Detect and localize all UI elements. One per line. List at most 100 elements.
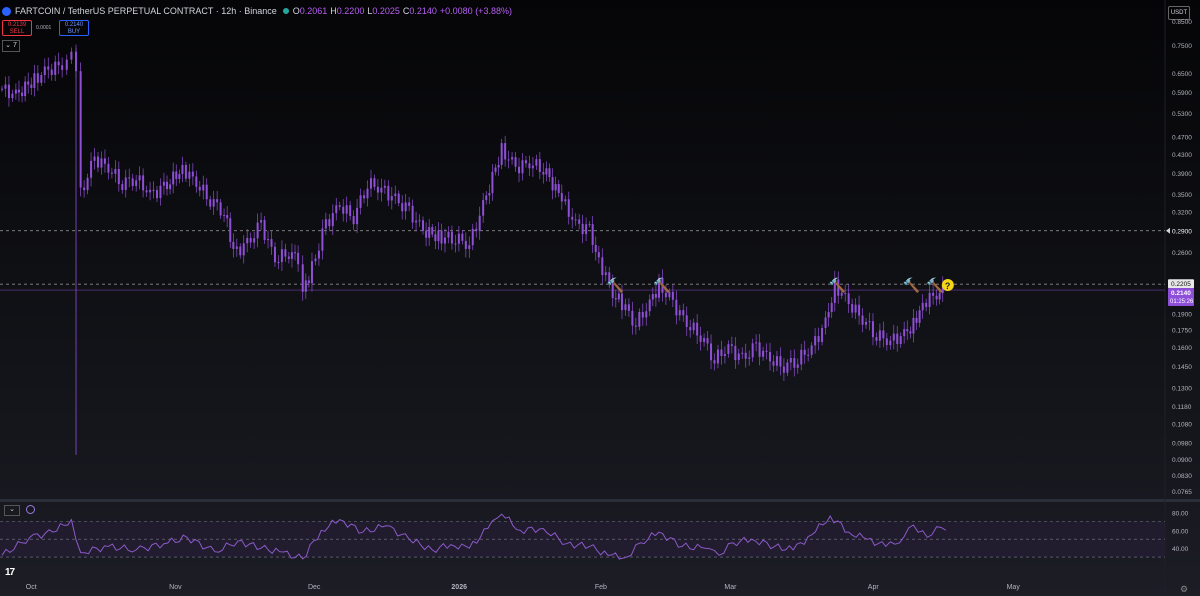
rsi-y-tick-label: 40.00 <box>1172 546 1189 553</box>
candle-body <box>854 304 857 313</box>
candle-body <box>488 193 491 196</box>
candle-body <box>737 353 740 361</box>
candle-body <box>229 218 232 242</box>
candle-body <box>638 311 641 327</box>
candle-body <box>772 361 775 366</box>
candle-body <box>762 350 765 357</box>
candle-body <box>434 234 437 242</box>
price-chart[interactable]: 0.8500 0.7500 0.6500 0.5900 0.5300 0.4700 0.43… <box>0 0 1200 596</box>
candle-body <box>195 176 198 187</box>
pane-separator[interactable] <box>0 499 1200 502</box>
candle-body <box>807 354 810 356</box>
tradingview-logo-icon[interactable]: 17 <box>5 567 15 578</box>
candle-body <box>689 327 692 331</box>
candle-body <box>748 357 751 359</box>
candle-body <box>226 215 229 219</box>
candle-body <box>40 75 43 83</box>
candle-body <box>921 302 924 311</box>
candle-body <box>235 246 238 249</box>
candle-body <box>620 293 623 311</box>
candle-body <box>885 338 888 346</box>
candle-body <box>205 184 208 200</box>
candle-body <box>397 193 400 204</box>
hammer-emoji-icon: 🔨 <box>926 277 943 294</box>
candle-body <box>166 181 169 190</box>
candle-body <box>518 166 521 174</box>
candle-body <box>597 252 600 258</box>
candle-body <box>363 195 366 199</box>
candle-body <box>932 292 935 296</box>
candle-body <box>514 157 517 167</box>
candle-body <box>369 178 372 189</box>
candle-body <box>267 239 270 241</box>
candle-body <box>531 165 534 169</box>
candle-body <box>415 220 418 223</box>
rsi-settings-icon[interactable] <box>26 505 35 514</box>
candle-body <box>142 175 145 191</box>
candle-body <box>345 205 348 214</box>
candle-body <box>871 321 874 338</box>
candle-body <box>297 252 300 265</box>
candle-body <box>548 168 551 178</box>
candle-body <box>824 317 827 329</box>
candle-body <box>861 315 864 325</box>
candle-body <box>124 177 127 190</box>
candle-body <box>578 219 581 224</box>
candle-body <box>601 257 604 276</box>
candle-body <box>47 66 50 70</box>
candle-body <box>335 205 338 214</box>
candle-body <box>162 181 165 186</box>
candle-body <box>422 220 425 231</box>
candle-body <box>664 292 667 298</box>
candle-body <box>242 243 245 256</box>
candle-body <box>617 293 620 300</box>
collapse-chevron-icon[interactable]: ⌄ <box>4 505 20 516</box>
y-tick-label: 0.3900 <box>1172 171 1192 178</box>
candle-body <box>779 356 782 367</box>
candle-body <box>83 187 86 191</box>
candle-body <box>574 219 577 221</box>
candle-body <box>614 297 617 300</box>
candle-body <box>24 81 27 97</box>
candle-body <box>131 178 134 187</box>
candle-body <box>376 186 379 193</box>
candle-body <box>284 249 287 257</box>
candle-body <box>696 322 699 336</box>
y-tick-label: 0.5300 <box>1172 111 1192 118</box>
candle-body <box>641 311 644 318</box>
candle-body <box>149 189 152 193</box>
candle-body <box>356 207 359 225</box>
settings-gear-icon[interactable]: ⚙ <box>1180 584 1188 595</box>
resistance-label: 0.2900 <box>1172 229 1192 236</box>
candle-body <box>181 164 184 175</box>
candle-body <box>699 335 702 342</box>
candle-body <box>121 184 124 190</box>
candle-body <box>554 184 557 191</box>
candle-body <box>909 331 912 334</box>
candle-body <box>128 177 131 179</box>
candle-body <box>454 243 457 245</box>
candle-body <box>294 252 297 254</box>
x-tick-label: Nov <box>169 584 182 591</box>
hammer-emoji-icon: 🔨 <box>607 277 624 294</box>
y-tick-label: 0.3200 <box>1172 209 1192 216</box>
candle-body <box>858 304 861 316</box>
candle-body <box>521 160 524 174</box>
candle-body <box>878 330 881 341</box>
candle-body <box>270 239 273 247</box>
candle-body <box>906 329 909 332</box>
candle-body <box>912 317 915 334</box>
candle-body <box>394 193 397 197</box>
candle-body <box>497 164 500 168</box>
candle-body <box>450 231 453 244</box>
candle-body <box>892 333 895 341</box>
x-tick-label: Mar <box>724 584 737 591</box>
candle-body <box>675 299 678 316</box>
candle-body <box>428 227 431 238</box>
candle-body <box>404 202 407 212</box>
x-tick-label: May <box>1007 584 1021 591</box>
candle-body <box>710 343 713 361</box>
candle-body <box>328 219 331 227</box>
candle-body <box>57 61 60 66</box>
candle-body <box>594 244 597 253</box>
